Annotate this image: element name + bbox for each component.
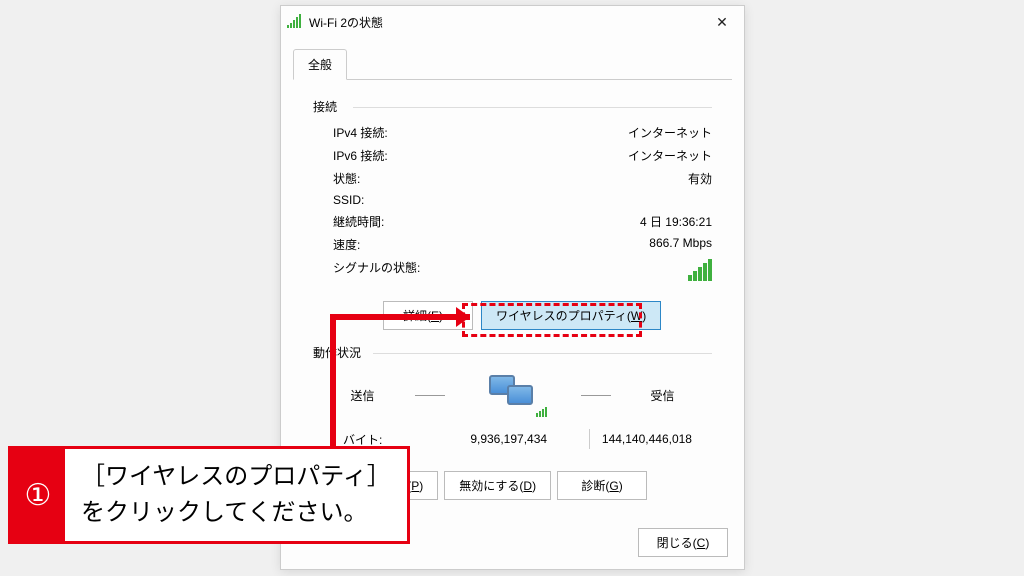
instruction-callout: ① ［ワイヤレスのプロパティ］ をクリックしてください。 — [8, 446, 410, 544]
annotation-arrow-vertical — [330, 314, 336, 462]
bytes-recv-value: 144,140,446,018 — [602, 432, 692, 446]
tabs: 全般 — [293, 48, 732, 80]
wifi-icon — [287, 14, 303, 30]
annotation-arrow — [330, 314, 470, 320]
close-button[interactable]: 閉じる(C) — [638, 528, 728, 557]
activity-section: 送信 受信 — [313, 367, 712, 455]
state-value: 有効 — [688, 170, 712, 187]
ipv4-label: IPv4 接続: — [333, 124, 388, 141]
signal-value — [688, 259, 712, 284]
ssid-row: SSID: — [313, 190, 712, 210]
callout-text: ［ワイヤレスのプロパティ］ をクリックしてください。 — [65, 449, 407, 541]
bytes-label: バイト: — [333, 431, 440, 448]
tab-general[interactable]: 全般 — [293, 49, 347, 80]
window-title: Wi-Fi 2の状態 — [309, 14, 706, 31]
callout-number: ① — [11, 449, 65, 541]
ipv6-value: インターネット — [628, 147, 712, 164]
disable-button[interactable]: 無効にする(D) — [444, 471, 551, 500]
ipv4-row: IPv4 接続: インターネット — [313, 121, 712, 144]
state-label: 状態: — [333, 170, 360, 187]
duration-row: 継続時間: 4 日 19:36:21 — [313, 210, 712, 233]
state-row: 状態: 有効 — [313, 167, 712, 190]
titlebar: Wi-Fi 2の状態 ✕ — [281, 6, 744, 38]
signal-row: シグナルの状態: — [313, 256, 712, 287]
sent-label: 送信 — [350, 387, 374, 404]
connection-group-label: 接続 — [313, 98, 712, 115]
activity-group-label: 動作状況 — [313, 344, 712, 361]
close-icon[interactable]: ✕ — [706, 8, 738, 36]
ipv4-value: インターネット — [628, 124, 712, 141]
speed-value: 866.7 Mbps — [649, 236, 712, 253]
bytes-sent-value: 9,936,197,434 — [440, 432, 576, 446]
signal-bars-icon — [688, 259, 712, 281]
duration-label: 継続時間: — [333, 213, 384, 230]
activity-header: 送信 受信 — [313, 367, 712, 423]
footer: 閉じる(C) — [638, 528, 728, 557]
speed-row: 速度: 866.7 Mbps — [313, 233, 712, 256]
duration-value: 4 日 19:36:21 — [640, 213, 712, 230]
ipv6-row: IPv6 接続: インターネット — [313, 144, 712, 167]
tab-container: 全般 接続 IPv4 接続: インターネット IPv6 接続: インターネット … — [281, 38, 744, 510]
network-activity-icon — [485, 375, 541, 415]
diagnose-button[interactable]: 診断(G) — [557, 471, 647, 500]
speed-label: 速度: — [333, 236, 360, 253]
ssid-label: SSID: — [333, 193, 364, 207]
recv-label: 受信 — [651, 387, 675, 404]
wireless-properties-button[interactable]: ワイヤレスのプロパティ(W) — [481, 301, 661, 330]
signal-label: シグナルの状態: — [333, 259, 420, 284]
ipv6-label: IPv6 接続: — [333, 147, 388, 164]
